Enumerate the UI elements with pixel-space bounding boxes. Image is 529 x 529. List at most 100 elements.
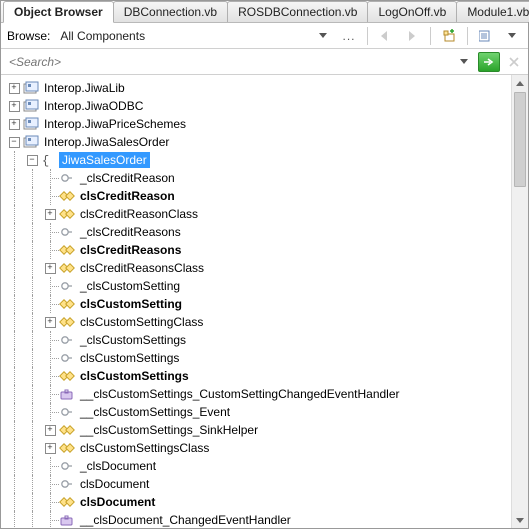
tree-item[interactable]: +Interop.JiwaLib xyxy=(5,79,528,97)
tree-connector xyxy=(41,457,59,475)
expand-button[interactable]: + xyxy=(45,425,56,436)
tree-item[interactable]: +clsCustomSettingsClass xyxy=(5,439,528,457)
tree-item-label: __clsCustomSettings_CustomSettingChanged… xyxy=(77,386,403,402)
tree-item[interactable]: _clsDocument xyxy=(5,457,528,475)
tree-guide xyxy=(5,313,23,331)
tree-guide xyxy=(23,511,41,528)
tree-connector xyxy=(41,475,59,493)
search-input[interactable] xyxy=(5,52,450,72)
tree-guide xyxy=(23,313,41,331)
collapse-button[interactable]: − xyxy=(9,137,20,148)
tree-item-label: clsCreditReasons xyxy=(77,242,184,258)
tree-item[interactable]: __clsDocument_ChangedEventHandler xyxy=(5,511,528,528)
tab-rosdbconnection[interactable]: ROSDBConnection.vb xyxy=(227,1,368,22)
browse-toolbar: Browse: All Components ... xyxy=(1,23,528,49)
tree-item[interactable]: _clsCreditReasons xyxy=(5,223,528,241)
search-go-button[interactable] xyxy=(478,52,500,72)
tree-item[interactable]: _clsCreditReason xyxy=(5,169,528,187)
tab-module1[interactable]: Module1.vb* xyxy=(456,1,529,22)
tab-logonoff[interactable]: LogOnOff.vb xyxy=(367,1,457,22)
tree-item[interactable]: _clsCustomSettings xyxy=(5,331,528,349)
tree-item[interactable]: + Interop.JiwaPriceSchemes xyxy=(5,115,528,133)
tree-item[interactable]: clsCreditReasons xyxy=(5,241,528,259)
scroll-down-button[interactable] xyxy=(512,511,528,528)
tree-item-label: clsDocument xyxy=(77,476,152,492)
tree-guide xyxy=(5,331,23,349)
expand-button[interactable]: + xyxy=(9,119,20,130)
toolbar-divider xyxy=(467,27,468,45)
expand-button[interactable]: + xyxy=(45,443,56,454)
tree-guide xyxy=(23,205,41,223)
add-reference-button[interactable] xyxy=(439,26,459,46)
tree-connector: + xyxy=(41,313,59,331)
tree-item[interactable]: clsCustomSettings xyxy=(5,367,528,385)
expand-button[interactable]: + xyxy=(45,263,56,274)
tree-connector xyxy=(41,349,59,367)
tree-item[interactable]: + __clsCustomSettings_SinkHelper xyxy=(5,421,528,439)
object-tree-pane: +Interop.JiwaLib+Interop.JiwaODBC+Intero… xyxy=(1,75,528,528)
tree-guide xyxy=(23,169,41,187)
tab-dbconnection[interactable]: DBConnection.vb xyxy=(113,1,228,22)
tree-item[interactable]: clsDocument xyxy=(5,475,528,493)
expand-button[interactable]: + xyxy=(9,101,20,112)
object-tree[interactable]: +Interop.JiwaLib+Interop.JiwaODBC+Intero… xyxy=(1,75,528,528)
tree-item-label: clsCustomSettings xyxy=(77,350,182,366)
nav-forward-button[interactable] xyxy=(402,26,422,46)
tree-item[interactable]: __clsCustomSettings_CustomSettingChanged… xyxy=(5,385,528,403)
browse-more-button[interactable]: ... xyxy=(339,26,359,46)
tree-item[interactable]: −{ }JiwaSalesOrder xyxy=(5,151,528,169)
tab-label: DBConnection.vb xyxy=(124,5,217,19)
expand-button[interactable]: + xyxy=(9,83,20,94)
tab-label: Object Browser xyxy=(14,5,103,19)
tab-object-browser[interactable]: Object Browser xyxy=(3,1,114,23)
tree-connector xyxy=(41,331,59,349)
tree-item[interactable]: +clsCustomSettingClass xyxy=(5,313,528,331)
tree-guide xyxy=(23,277,41,295)
class-icon xyxy=(59,440,75,456)
tree-item-label: __clsCustomSettings_SinkHelper xyxy=(77,422,261,438)
scroll-thumb[interactable] xyxy=(514,92,526,187)
expand-button[interactable]: + xyxy=(45,209,56,220)
tree-connector: + xyxy=(41,439,59,457)
tree-item[interactable]: +Interop.JiwaODBC xyxy=(5,97,528,115)
tree-item-label: _clsDocument xyxy=(77,458,159,474)
tree-guide xyxy=(23,295,41,313)
tree-guide xyxy=(23,187,41,205)
tree-connector xyxy=(41,277,59,295)
tree-item[interactable]: clsCreditReason xyxy=(5,187,528,205)
nav-back-button[interactable] xyxy=(376,26,396,46)
tree-item-label: _clsCustomSetting xyxy=(77,278,183,294)
chevron-down-icon[interactable] xyxy=(313,26,333,46)
tree-item[interactable]: +clsCreditReasonClass xyxy=(5,205,528,223)
tree-guide xyxy=(5,493,23,511)
tree-guide xyxy=(5,511,23,528)
tree-item[interactable]: +clsCreditReasonsClass xyxy=(5,259,528,277)
browse-scope-combo[interactable]: All Components xyxy=(56,27,276,45)
tree-item[interactable]: clsDocument xyxy=(5,493,528,511)
tree-connector xyxy=(41,403,59,421)
expand-button[interactable]: + xyxy=(45,317,56,328)
tree-item[interactable]: __clsCustomSettings_Event xyxy=(5,403,528,421)
tree-item[interactable]: clsCustomSetting xyxy=(5,295,528,313)
chevron-down-icon[interactable] xyxy=(502,26,522,46)
view-options-button[interactable] xyxy=(476,26,496,46)
tree-guide xyxy=(5,295,23,313)
class-icon xyxy=(59,296,75,312)
tree-guide xyxy=(5,151,23,169)
tab-label: Module1.vb* xyxy=(467,5,529,19)
tree-connector xyxy=(41,385,59,403)
scroll-track[interactable] xyxy=(512,92,528,511)
tree-guide xyxy=(23,421,41,439)
class-icon xyxy=(59,494,75,510)
scroll-up-button[interactable] xyxy=(512,75,528,92)
tree-item[interactable]: −Interop.JiwaSalesOrder xyxy=(5,133,528,151)
collapse-button[interactable]: − xyxy=(27,155,38,166)
tree-guide xyxy=(5,385,23,403)
chevron-down-icon[interactable] xyxy=(454,52,474,72)
tree-item[interactable]: clsCustomSettings xyxy=(5,349,528,367)
clear-search-button[interactable] xyxy=(504,52,524,72)
tree-item-label: Interop.JiwaPriceSchemes xyxy=(41,116,189,132)
tree-connector: + xyxy=(41,205,59,223)
tree-item[interactable]: _clsCustomSetting xyxy=(5,277,528,295)
vertical-scrollbar[interactable] xyxy=(511,75,528,528)
